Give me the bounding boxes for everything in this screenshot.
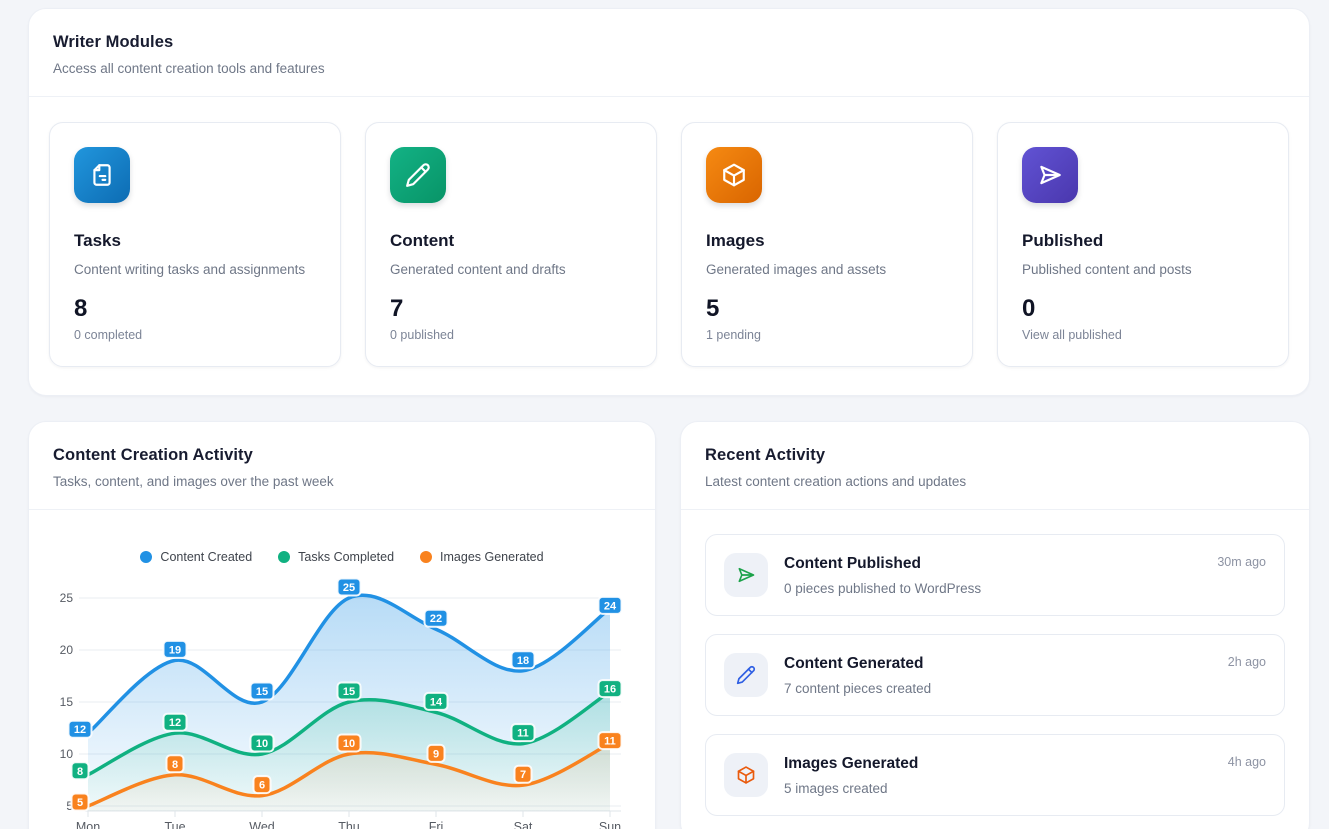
svg-text:Wed: Wed <box>249 820 275 829</box>
recent-activity-card: Recent Activity Latest content creation … <box>680 421 1310 829</box>
svg-text:14: 14 <box>430 696 443 708</box>
activity-body: Content Generated 7 content pieces creat… <box>784 655 1228 696</box>
legend-item-images-generated[interactable]: Images Generated <box>420 550 544 564</box>
activity-title: Content Generated <box>784 655 1228 673</box>
module-description: Published content and posts <box>1022 262 1264 277</box>
svg-text:15: 15 <box>256 686 268 698</box>
activity-timestamp: 2h ago <box>1228 655 1266 669</box>
module-description: Generated images and assets <box>706 262 948 277</box>
legend-item-content-created[interactable]: Content Created <box>140 550 252 564</box>
modules-grid: Tasks Content writing tasks and assignme… <box>29 97 1309 395</box>
svg-text:5: 5 <box>77 797 83 809</box>
activity-description: 5 images created <box>784 781 1228 796</box>
svg-text:Thu: Thu <box>338 820 360 829</box>
module-card-content[interactable]: Content Generated content and drafts 7 0… <box>365 122 657 367</box>
activity-description: 0 pieces published to WordPress <box>784 581 1217 596</box>
writer-modules-title: Writer Modules <box>53 33 1285 52</box>
svg-text:22: 22 <box>430 613 442 625</box>
activity-card-header: Recent Activity Latest content creation … <box>681 422 1309 510</box>
svg-text:11: 11 <box>604 736 616 748</box>
svg-text:Mon: Mon <box>76 820 100 829</box>
legend-label: Tasks Completed <box>298 550 394 564</box>
module-title: Images <box>706 231 948 251</box>
file-icon <box>74 147 130 203</box>
activity-body: Content Published 0 pieces published to … <box>784 555 1217 596</box>
activity-item-content-published[interactable]: Content Published 0 pieces published to … <box>705 534 1285 616</box>
writer-modules-header: Writer Modules Access all content creati… <box>29 9 1309 97</box>
module-card-images[interactable]: Images Generated images and assets 5 1 p… <box>681 122 973 367</box>
chart-card-title: Content Creation Activity <box>53 446 631 465</box>
module-description: Content writing tasks and assignments <box>74 262 316 277</box>
svg-text:12: 12 <box>74 724 86 736</box>
module-title: Published <box>1022 231 1264 251</box>
svg-text:Sun: Sun <box>599 820 621 829</box>
pencil-icon <box>724 653 768 697</box>
activity-card-subtitle: Latest content creation actions and upda… <box>705 474 1285 489</box>
writer-modules-panel: Writer Modules Access all content creati… <box>28 8 1310 396</box>
svg-text:8: 8 <box>77 766 83 778</box>
legend-item-tasks-completed[interactable]: Tasks Completed <box>278 550 394 564</box>
svg-text:20: 20 <box>60 643 74 657</box>
svg-text:10: 10 <box>60 747 74 761</box>
svg-text:10: 10 <box>343 738 355 750</box>
pencil-icon <box>390 147 446 203</box>
box-icon <box>724 753 768 797</box>
svg-text:16: 16 <box>604 684 616 696</box>
svg-text:19: 19 <box>169 644 181 656</box>
svg-text:6: 6 <box>259 780 265 792</box>
svg-text:10: 10 <box>256 738 268 750</box>
legend-dot <box>420 551 432 563</box>
module-count: 5 <box>706 295 948 323</box>
module-title: Content <box>390 231 632 251</box>
chart-card-subtitle: Tasks, content, and images over the past… <box>53 474 631 489</box>
activity-line-chart: 5 10 15 20 25 Mon Tue Wed Thu Fri Sat Sun 12 19 15 25 22… <box>29 576 657 829</box>
svg-text:12: 12 <box>169 717 181 729</box>
activity-list: Content Published 0 pieces published to … <box>681 510 1309 829</box>
activity-title: Images Generated <box>784 755 1228 773</box>
legend-label: Images Generated <box>440 550 544 564</box>
activity-item-images-generated[interactable]: Images Generated 5 images created 4h ago <box>705 734 1285 816</box>
box-icon <box>706 147 762 203</box>
module-substat: 1 pending <box>706 328 948 342</box>
legend-label: Content Created <box>160 550 252 564</box>
send-icon <box>724 553 768 597</box>
svg-text:15: 15 <box>343 686 355 698</box>
module-count: 0 <box>1022 295 1264 323</box>
svg-text:18: 18 <box>517 655 529 667</box>
svg-text:Tue: Tue <box>164 820 185 829</box>
module-count: 8 <box>74 295 316 323</box>
module-card-tasks[interactable]: Tasks Content writing tasks and assignme… <box>49 122 341 367</box>
module-card-published[interactable]: Published Published content and posts 0 … <box>997 122 1289 367</box>
send-icon <box>1022 147 1078 203</box>
chart-legend: Content Created Tasks Completed Images G… <box>29 550 655 564</box>
svg-text:8: 8 <box>172 759 178 771</box>
activity-timestamp: 30m ago <box>1217 555 1266 569</box>
activity-card-title: Recent Activity <box>705 446 1285 465</box>
svg-text:25: 25 <box>60 591 74 605</box>
module-count: 7 <box>390 295 632 323</box>
activity-description: 7 content pieces created <box>784 681 1228 696</box>
activity-timestamp: 4h ago <box>1228 755 1266 769</box>
module-substat: 0 completed <box>74 328 316 342</box>
module-substat: View all published <box>1022 328 1264 342</box>
svg-text:Fri: Fri <box>429 820 444 829</box>
module-title: Tasks <box>74 231 316 251</box>
svg-text:9: 9 <box>433 748 439 760</box>
writer-modules-subtitle: Access all content creation tools and fe… <box>53 61 1285 76</box>
svg-text:24: 24 <box>604 600 617 612</box>
svg-text:11: 11 <box>517 728 529 740</box>
svg-text:15: 15 <box>60 695 74 709</box>
svg-text:Sat: Sat <box>514 820 533 829</box>
activity-body: Images Generated 5 images created <box>784 755 1228 796</box>
module-description: Generated content and drafts <box>390 262 632 277</box>
content-creation-activity-card: Content Creation Activity Tasks, content… <box>28 421 656 829</box>
legend-dot <box>278 551 290 563</box>
svg-text:25: 25 <box>343 582 355 594</box>
module-substat: 0 published <box>390 328 632 342</box>
activity-item-content-generated[interactable]: Content Generated 7 content pieces creat… <box>705 634 1285 716</box>
activity-title: Content Published <box>784 555 1217 573</box>
svg-text:7: 7 <box>520 769 526 781</box>
legend-dot <box>140 551 152 563</box>
chart-card-header: Content Creation Activity Tasks, content… <box>29 422 655 510</box>
